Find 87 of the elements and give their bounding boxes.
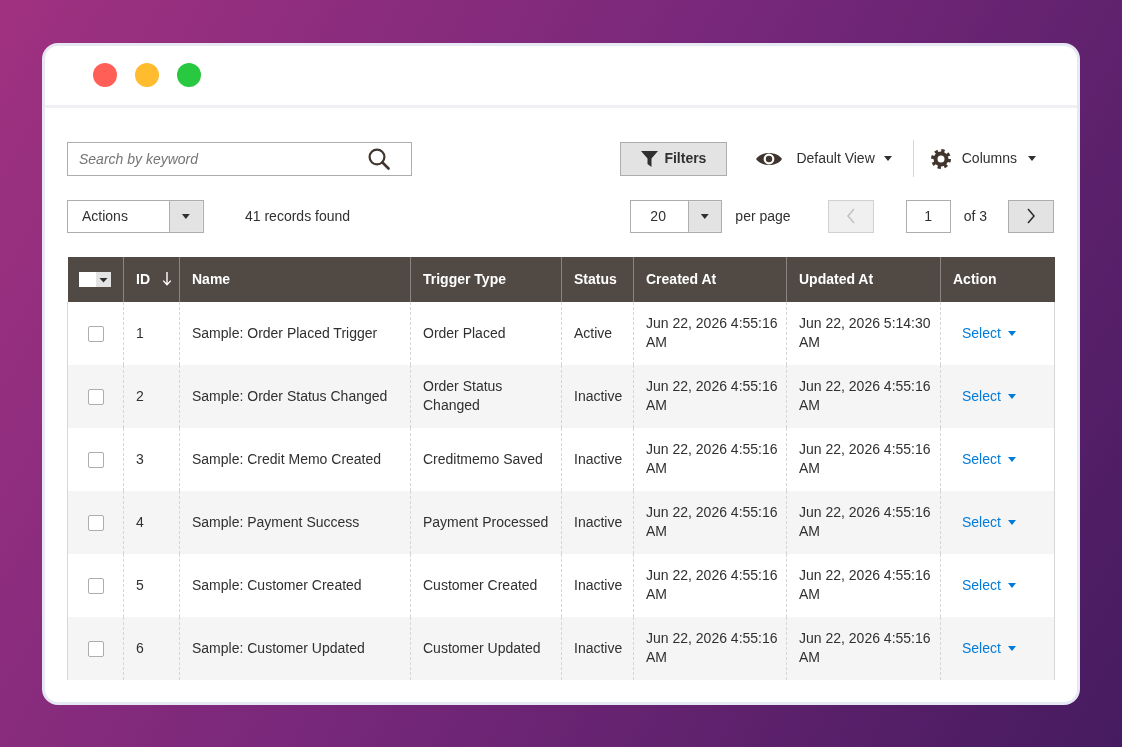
select-dropdown[interactable]: Select (962, 576, 1016, 593)
next-page-button[interactable] (1008, 199, 1054, 233)
view-dropdown[interactable]: Default View (756, 148, 892, 169)
close-icon[interactable] (93, 63, 117, 87)
table-cell: Jun 22, 2026 5:14:30 AM (786, 301, 941, 365)
filters-button[interactable]: Filters (620, 141, 728, 176)
records-count: 41 records found (245, 206, 351, 226)
columns-dropdown[interactable]: Columns (930, 148, 1036, 169)
table-cell: Active (561, 301, 634, 365)
chevron-right-icon (1026, 208, 1036, 224)
chevron-left-icon (845, 208, 856, 224)
caret-icon (1007, 645, 1016, 651)
table-cell: Inactive (561, 490, 634, 554)
gear-icon (930, 148, 951, 169)
table-cell: Jun 22, 2026 4:55:16 AM (786, 427, 941, 491)
select-dropdown[interactable]: Select (962, 639, 1016, 656)
column-header[interactable]: Action (940, 256, 1055, 302)
caret-icon[interactable] (96, 272, 112, 288)
caret-icon (169, 200, 203, 232)
table-cell: Inactive (561, 427, 634, 491)
caret-icon (687, 200, 722, 232)
table-cell: Jun 22, 2026 4:55:16 AM (786, 553, 941, 617)
minimize-icon[interactable] (135, 63, 159, 87)
per-page-label: per page (735, 206, 791, 226)
table-cell: Customer Created (410, 553, 562, 617)
table-cell: Order Placed (410, 301, 562, 365)
search-field[interactable]: Search by keyword (67, 141, 412, 176)
column-header[interactable]: Trigger Type (410, 256, 562, 302)
row-checkbox[interactable] (87, 577, 104, 594)
select-dropdown[interactable]: Select (962, 450, 1016, 467)
table-cell: Jun 22, 2026 4:55:16 AM (633, 364, 787, 428)
table-cell: Sample: Order Placed Trigger (179, 301, 411, 365)
table-cell: Sample: Order Status Changed (179, 364, 411, 428)
column-header[interactable]: Updated At (786, 256, 941, 302)
table-cell: Payment Processed (410, 490, 562, 554)
row-checkbox[interactable] (87, 388, 104, 405)
caret-icon (1007, 519, 1016, 525)
table-cell: Sample: Credit Memo Created (179, 427, 411, 491)
column-header[interactable]: ID (123, 256, 180, 302)
table-cell: Inactive (561, 553, 634, 617)
select-dropdown[interactable]: Select (962, 324, 1016, 341)
table-cell: Customer Updated (410, 616, 562, 680)
row-checkbox[interactable] (87, 640, 104, 657)
row-checkbox[interactable] (87, 325, 104, 342)
table-cell: 1 (123, 301, 180, 365)
table-cell: 6 (123, 616, 180, 680)
select-dropdown[interactable]: Select (962, 513, 1016, 530)
table-cell: Jun 22, 2026 4:55:16 AM (633, 490, 787, 554)
table-cell: Sample: Customer Updated (179, 616, 411, 680)
row-checkbox[interactable] (87, 514, 104, 531)
page-total: of 3 (963, 206, 987, 226)
eye-icon (756, 150, 783, 167)
row-checkbox[interactable] (87, 451, 104, 468)
select-dropdown[interactable]: Select (962, 387, 1016, 404)
caret-icon (1007, 582, 1016, 588)
table-cell: Inactive (561, 616, 634, 680)
table-cell: Jun 22, 2026 4:55:16 AM (786, 364, 941, 428)
caret-icon (883, 156, 892, 161)
maximize-icon[interactable] (177, 63, 201, 87)
table-cell: Jun 22, 2026 4:55:16 AM (786, 616, 941, 680)
column-header[interactable]: Status (561, 256, 634, 302)
table-cell: Sample: Payment Success (179, 490, 411, 554)
table-cell: Sample: Customer Created (179, 553, 411, 617)
select-all-checkbox[interactable] (79, 272, 97, 288)
caret-icon (1007, 456, 1016, 462)
table-cell: Inactive (561, 364, 634, 428)
actions-dropdown[interactable]: Actions (67, 199, 204, 233)
search-icon[interactable] (368, 147, 390, 170)
table-cell: Order Status Changed (410, 364, 562, 428)
table-cell: 4 (123, 490, 180, 554)
column-header[interactable]: Name (179, 256, 411, 302)
table-cell: Jun 22, 2026 4:55:16 AM (786, 490, 941, 554)
table-cell: Jun 22, 2026 4:55:16 AM (633, 301, 787, 365)
table-cell: Jun 22, 2026 4:55:16 AM (633, 553, 787, 617)
table-cell: Jun 22, 2026 4:55:16 AM (633, 427, 787, 491)
caret-icon (1007, 330, 1016, 336)
table-cell: 3 (123, 427, 180, 491)
table-cell: Creditmemo Saved (410, 427, 562, 491)
table-cell: 5 (123, 553, 180, 617)
page-input[interactable]: 1 (905, 199, 951, 233)
caret-icon (1007, 393, 1016, 399)
filter-icon (641, 150, 659, 167)
per-page-dropdown[interactable]: 20 (630, 199, 723, 233)
table-cell: Jun 22, 2026 4:55:16 AM (633, 616, 787, 680)
caret-icon (1028, 156, 1036, 161)
column-header[interactable]: Created At (633, 256, 787, 302)
table-cell: 2 (123, 364, 180, 428)
